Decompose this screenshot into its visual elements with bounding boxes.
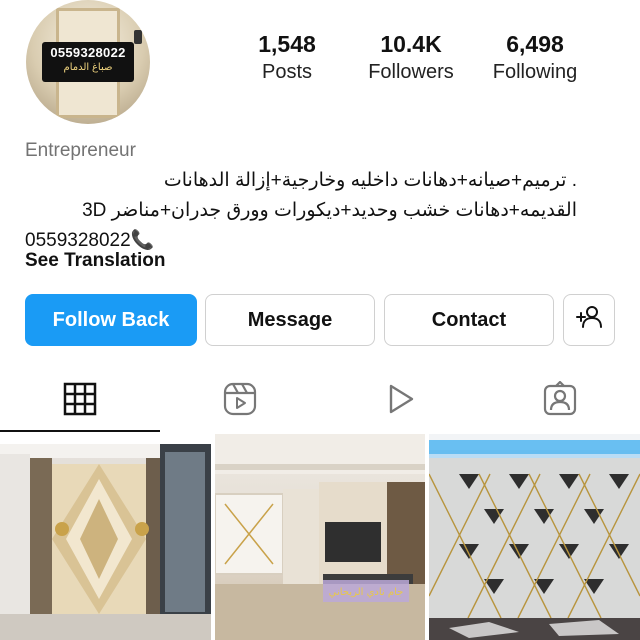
post-thumbnail[interactable]: جام نادي الريحاني [215,434,425,640]
active-tab-indicator [0,430,160,432]
avatar-stamp: 0559328022 صباغ الدمام [42,42,134,82]
avatar-name: صباغ الدمام [63,62,113,73]
reels-icon [222,381,258,422]
follow-back-button[interactable]: Follow Back [25,294,197,346]
followers-stat[interactable]: 10.4K Followers [356,30,466,86]
posts-label: Posts [261,61,313,83]
followers-label: Followers [368,61,454,83]
tagged-person-icon [542,380,578,422]
tab-tagged[interactable] [480,370,640,432]
post-overlay-text: جام نادي الريحاني [329,587,404,598]
see-translation-link[interactable]: See Translation [25,250,165,272]
posts-stat[interactable]: 1,548 Posts [232,30,342,86]
followers-count: 10.4K [380,31,442,57]
contact-button[interactable]: Contact [384,294,554,346]
add-user-button[interactable] [563,294,615,346]
posts-count: 1,548 [258,31,316,57]
profile-tabs [0,370,640,432]
avatar-phone: 0559328022 [50,45,126,60]
add-user-icon [574,302,604,338]
following-stat[interactable]: 6,498 Following [480,30,590,86]
grid-icon [63,382,97,421]
tab-posts-grid[interactable] [0,370,160,432]
bio-line: . ترميم+صيانه+دهانات داخليه وخارجية+إزال… [163,170,577,191]
post-thumbnail[interactable] [0,434,211,640]
following-count: 6,498 [506,31,564,57]
profile-avatar[interactable]: 0559328022 صباغ الدمام [26,0,150,124]
message-button[interactable]: Message [205,294,375,346]
bio-line: القديمه+دهانات خشب وحديد+ديكورات وورق جد… [82,200,577,221]
profile-category: Entrepreneur [25,140,136,161]
posts-grid: جام نادي الريحاني [0,434,640,640]
avatar-wall-lamp [134,30,142,44]
play-icon [383,382,417,421]
following-label: Following [492,61,578,83]
post-thumbnail[interactable] [429,434,640,640]
tab-videos[interactable] [320,370,480,432]
tab-reels[interactable] [160,370,320,432]
profile-bio: . ترميم+صيانه+دهانات داخليه وخارجية+إزال… [25,166,577,256]
